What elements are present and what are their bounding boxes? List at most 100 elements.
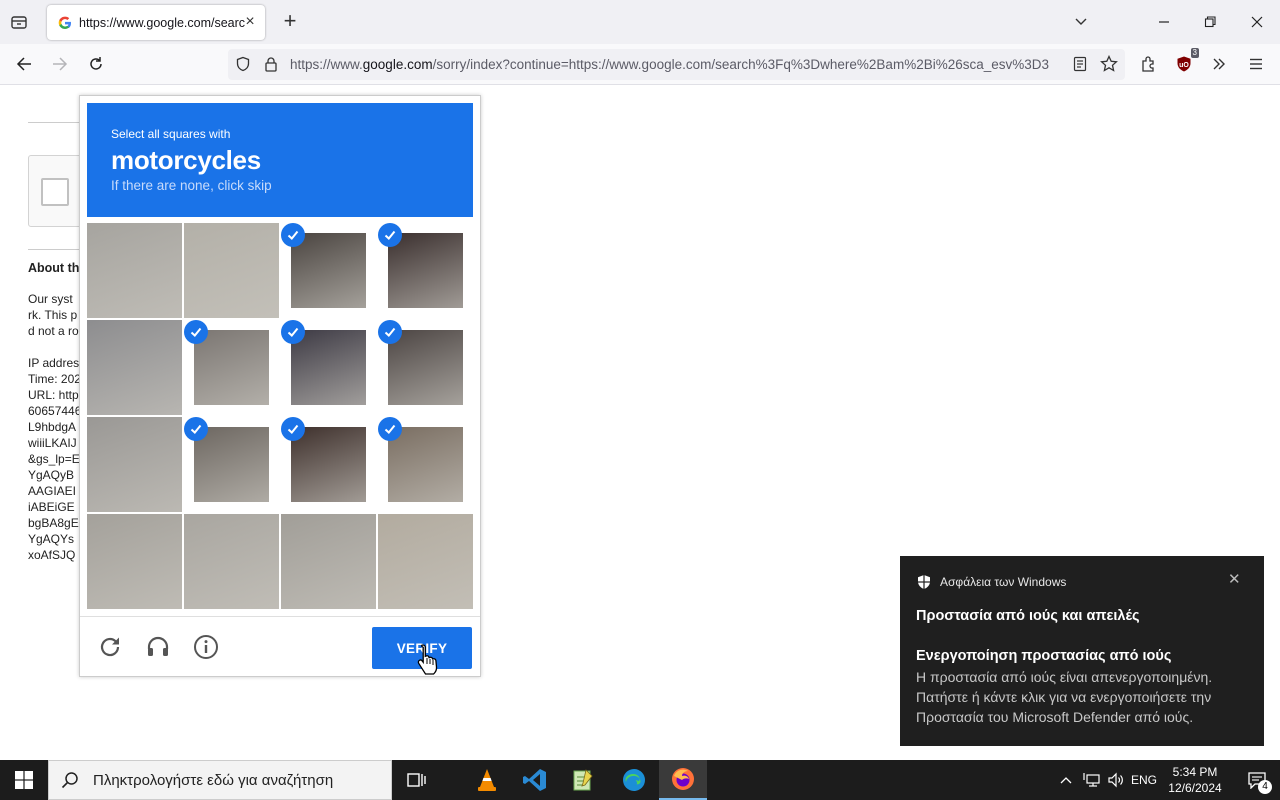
- show-hidden-icons-icon[interactable]: [1056, 760, 1076, 800]
- windows-security-shield-icon: [916, 574, 932, 590]
- tile-image: [194, 427, 269, 502]
- edge-icon[interactable]: [610, 760, 658, 800]
- notification-close-icon[interactable]: ✕: [1228, 572, 1242, 587]
- taskbar-clock[interactable]: 5:34 PM 12/6/2024: [1162, 764, 1228, 796]
- tile-image: [291, 233, 366, 308]
- tab-list-icon[interactable]: [8, 11, 30, 33]
- info-icon[interactable]: [192, 633, 220, 661]
- tile-image: [87, 514, 182, 609]
- volume-icon[interactable]: [1104, 760, 1128, 800]
- captcha-tile[interactable]: [87, 320, 182, 415]
- hamburger-menu-icon[interactable]: [1244, 52, 1268, 76]
- new-tab-icon[interactable]: +: [279, 10, 301, 32]
- recaptcha-challenge: Select all squares with motorcycles If t…: [79, 95, 481, 677]
- captcha-tile[interactable]: [184, 320, 279, 415]
- url-text[interactable]: https://www.google.com/sorry/index?conti…: [290, 57, 1066, 72]
- tile-image: [378, 514, 473, 609]
- notification-body: Η προστασία από ιούς είναι απενεργοποιημ…: [916, 669, 1213, 725]
- windows-start-icon[interactable]: [0, 760, 48, 800]
- forward-icon[interactable]: [48, 52, 72, 76]
- lock-icon[interactable]: [262, 55, 280, 73]
- restore-icon[interactable]: [1199, 11, 1221, 33]
- captcha-tile[interactable]: [184, 417, 279, 512]
- captcha-tile[interactable]: [184, 223, 279, 318]
- list-all-tabs-icon[interactable]: [1070, 11, 1092, 33]
- navigation-toolbar: https://www.google.com/sorry/index?conti…: [0, 44, 1280, 85]
- search-icon: [61, 771, 79, 789]
- tab-google[interactable]: https://www.google.com/search?q=where+am…: [47, 5, 265, 40]
- captcha-tile[interactable]: [378, 514, 473, 609]
- svg-text:uO: uO: [1179, 62, 1189, 69]
- tile-image: [87, 417, 182, 512]
- address-bar[interactable]: https://www.google.com/sorry/index?conti…: [228, 49, 1125, 80]
- reload-challenge-icon[interactable]: [96, 633, 124, 661]
- tab-close-icon[interactable]: ×: [242, 14, 258, 30]
- captcha-tile[interactable]: [378, 320, 473, 415]
- notification-count-badge: 4: [1258, 780, 1272, 794]
- captcha-tile[interactable]: [378, 223, 473, 318]
- action-center-icon[interactable]: 4: [1234, 760, 1280, 800]
- audio-challenge-icon[interactable]: [144, 633, 172, 661]
- back-icon[interactable]: [12, 52, 36, 76]
- captcha-tile[interactable]: [184, 514, 279, 609]
- selected-check-icon: [281, 417, 305, 441]
- more-tools-chevron-icon[interactable]: [1207, 52, 1231, 76]
- captcha-tile[interactable]: [87, 223, 182, 318]
- reload-icon[interactable]: [84, 52, 108, 76]
- minimize-icon[interactable]: [1153, 11, 1175, 33]
- selected-check-icon: [281, 223, 305, 247]
- captcha-tile[interactable]: [87, 514, 182, 609]
- extensions-icon[interactable]: [1136, 52, 1160, 76]
- selected-check-icon: [281, 320, 305, 344]
- network-icon[interactable]: [1080, 760, 1104, 800]
- captcha-tile[interactable]: [87, 417, 182, 512]
- challenge-hint: If there are none, click skip: [111, 178, 272, 193]
- challenge-header: Select all squares with motorcycles If t…: [87, 103, 473, 217]
- captcha-tile[interactable]: [281, 320, 376, 415]
- tile-image: [87, 223, 182, 318]
- clock-time: 5:34 PM: [1172, 765, 1218, 779]
- captcha-tile[interactable]: [281, 417, 376, 512]
- image-grid: [87, 223, 474, 610]
- tile-image: [291, 427, 366, 502]
- notification-heading: Ενεργοποίηση προστασίας από ιούς: [916, 648, 1172, 664]
- taskbar: Πληκτρολογήστε εδώ για αναζήτηση ENG 5:3…: [0, 760, 1280, 800]
- captcha-tile[interactable]: [281, 514, 376, 609]
- taskbar-search-box[interactable]: Πληκτρολογήστε εδώ για αναζήτηση: [48, 760, 392, 800]
- vlc-icon[interactable]: [463, 760, 511, 800]
- notification-title: Προστασία από ιούς και απειλές: [916, 608, 1140, 624]
- tab-bar: https://www.google.com/search?q=where+am…: [0, 0, 1280, 44]
- ublock-origin-icon[interactable]: uO 3: [1172, 48, 1199, 76]
- vscode-icon[interactable]: [511, 760, 559, 800]
- close-window-icon[interactable]: [1246, 11, 1268, 33]
- tile-image: [194, 330, 269, 405]
- captcha-tile[interactable]: [378, 417, 473, 512]
- task-view-icon[interactable]: [392, 760, 440, 800]
- challenge-target: motorcycles: [111, 145, 261, 175]
- language-indicator[interactable]: ENG: [1128, 760, 1160, 800]
- tile-image: [281, 514, 376, 609]
- bookmark-star-icon[interactable]: [1100, 55, 1118, 73]
- notepad-plus-plus-icon[interactable]: [559, 760, 607, 800]
- tile-image: [388, 233, 463, 308]
- hand-pointer-cursor-icon: [416, 643, 440, 677]
- selected-check-icon: [378, 320, 402, 344]
- selected-check-icon: [184, 320, 208, 344]
- tile-image: [87, 320, 182, 415]
- notification-app-name: Ασφάλεια των Windows: [940, 575, 1067, 589]
- recaptcha-checkbox[interactable]: [41, 178, 69, 206]
- reader-view-icon[interactable]: [1071, 55, 1089, 73]
- tile-image: [184, 223, 279, 318]
- challenge-instruction: Select all squares with: [111, 127, 231, 141]
- selected-check-icon: [184, 417, 208, 441]
- windows-security-notification[interactable]: Ασφάλεια των Windows ✕ Προστασία από ιού…: [900, 556, 1264, 746]
- tile-image: [184, 514, 279, 609]
- captcha-tile[interactable]: [281, 223, 376, 318]
- clock-date: 12/6/2024: [1168, 781, 1222, 795]
- extension-badge: 3: [1190, 48, 1199, 58]
- search-placeholder: Πληκτρολογήστε εδώ για αναζήτηση: [93, 771, 334, 789]
- firefox-icon[interactable]: [659, 760, 707, 800]
- tracking-protection-shield-icon[interactable]: [234, 55, 252, 73]
- tab-title: https://www.google.com/search?q=where+am…: [79, 15, 245, 30]
- tile-image: [388, 427, 463, 502]
